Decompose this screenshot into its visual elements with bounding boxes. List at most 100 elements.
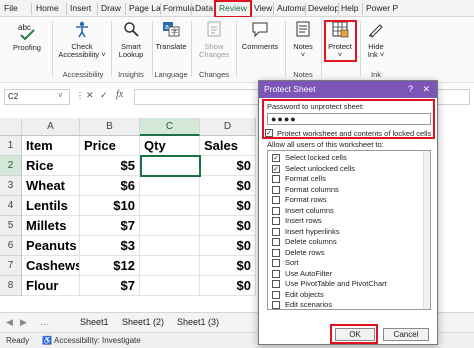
- insert-function-icon[interactable]: fx: [116, 89, 123, 100]
- smart-lookup-button[interactable]: Smart Lookup: [113, 20, 149, 60]
- checkbox[interactable]: [272, 227, 280, 236]
- close-icon[interactable]: ✕: [422, 81, 430, 98]
- cell-c1[interactable]: Qty: [140, 136, 200, 156]
- cell-a8[interactable]: Flour: [22, 276, 80, 296]
- prev-sheet-icon[interactable]: ◀: [6, 317, 13, 328]
- column-header-b[interactable]: B: [80, 118, 140, 136]
- checkbox[interactable]: [272, 196, 280, 204]
- row-header[interactable]: 2: [0, 156, 22, 176]
- row-header[interactable]: 8: [0, 276, 22, 296]
- column-header-a[interactable]: A: [22, 118, 80, 136]
- checkbox[interactable]: [272, 259, 280, 267]
- checkbox[interactable]: [272, 175, 280, 183]
- cell-a4[interactable]: Lentils: [22, 196, 80, 216]
- checkbox[interactable]: [272, 217, 280, 225]
- check-accessibility-button[interactable]: Check Accessibility ˅: [56, 20, 108, 60]
- cell-b5[interactable]: $7: [80, 216, 140, 236]
- cell-d2[interactable]: $0: [200, 156, 256, 176]
- show-changes-icon: [194, 20, 234, 41]
- cell-d3[interactable]: $0: [200, 176, 256, 196]
- cell-a7[interactable]: Cashews: [22, 256, 80, 276]
- sheet-tab-2[interactable]: Sheet1 (2): [122, 317, 164, 327]
- tab-data[interactable]: Data: [195, 2, 213, 16]
- tab-formulas[interactable]: Formula: [163, 2, 194, 16]
- tab-divider: [66, 3, 67, 15]
- cell-a3[interactable]: Wheat: [22, 176, 80, 196]
- translate-icon: a字: [153, 20, 189, 41]
- cell-d4[interactable]: $0: [200, 196, 256, 216]
- cell-c3[interactable]: [140, 176, 200, 196]
- tab-power-pivot[interactable]: Power P: [366, 2, 398, 16]
- tab-view[interactable]: View: [254, 2, 272, 16]
- row-header[interactable]: 6: [0, 236, 22, 256]
- checkbox[interactable]: [272, 269, 280, 278]
- cell-b2[interactable]: $5: [80, 156, 140, 176]
- cell-a1[interactable]: Item: [22, 136, 80, 156]
- cancel-button[interactable]: Cancel: [383, 328, 429, 341]
- tab-automate[interactable]: Automa: [277, 2, 306, 16]
- name-box-dropdown-icon[interactable]: ˅: [58, 91, 63, 100]
- cell-a6[interactable]: Peanuts: [22, 236, 80, 256]
- tab-insert[interactable]: Insert: [70, 2, 91, 16]
- help-icon[interactable]: ?: [408, 81, 413, 98]
- next-sheet-icon[interactable]: ▶: [20, 317, 27, 328]
- cell-a2[interactable]: Rice: [22, 156, 80, 176]
- row-header[interactable]: 5: [0, 216, 22, 236]
- row-header[interactable]: 4: [0, 196, 22, 216]
- cell-c8[interactable]: [140, 276, 200, 296]
- tab-help[interactable]: Help: [341, 2, 358, 16]
- checkbox[interactable]: [272, 206, 280, 215]
- cell-b4[interactable]: $10: [80, 196, 140, 216]
- cell-b7[interactable]: $12: [80, 256, 140, 276]
- translate-button[interactable]: a字 Translate: [153, 20, 189, 51]
- cell-c4[interactable]: [140, 196, 200, 216]
- row-header[interactable]: 7: [0, 256, 22, 276]
- cell-b3[interactable]: $6: [80, 176, 140, 196]
- sheet-tab-1[interactable]: Sheet1: [80, 317, 109, 327]
- cell-b6[interactable]: $3: [80, 236, 140, 256]
- checkbox[interactable]: [272, 290, 280, 299]
- cell-c5[interactable]: [140, 216, 200, 236]
- cell-c6[interactable]: [140, 236, 200, 256]
- show-changes-button[interactable]: Show Changes: [194, 20, 234, 60]
- permissions-scrollbar[interactable]: [423, 151, 430, 309]
- cell-d5[interactable]: $0: [200, 216, 256, 236]
- row-header[interactable]: 3: [0, 176, 22, 196]
- checkbox[interactable]: [272, 280, 280, 288]
- column-header-c[interactable]: C: [140, 118, 200, 136]
- comments-button[interactable]: Comments: [238, 20, 282, 51]
- checkbox[interactable]: ✓: [272, 164, 280, 173]
- sheet-tab-3[interactable]: Sheet1 (3): [177, 317, 219, 327]
- notes-dropdown-icon: ˅: [300, 50, 306, 59]
- hide-ink-button[interactable]: Hide Ink ˅: [362, 20, 390, 60]
- tab-draw[interactable]: Draw: [101, 2, 121, 16]
- cancel-icon[interactable]: ✕: [86, 90, 94, 101]
- cell-c7[interactable]: [140, 256, 200, 276]
- tab-developer[interactable]: Develop: [308, 2, 339, 16]
- lookup-label: Lookup: [118, 50, 144, 59]
- tab-file[interactable]: File: [4, 2, 18, 16]
- ink-label: Ink ˅: [367, 50, 385, 59]
- checkbox[interactable]: [272, 248, 280, 257]
- cell-a5[interactable]: Millets: [22, 216, 80, 236]
- row-header[interactable]: 1: [0, 136, 22, 156]
- notes-button[interactable]: Notes ˅: [287, 20, 319, 60]
- checkbox[interactable]: ✓: [272, 154, 280, 162]
- enter-icon[interactable]: ✓: [100, 90, 108, 101]
- select-all-corner[interactable]: [0, 118, 22, 136]
- cell-d7[interactable]: $0: [200, 256, 256, 276]
- cell-b8[interactable]: $7: [80, 276, 140, 296]
- checkbox[interactable]: [272, 185, 280, 194]
- more-sheets-icon[interactable]: …: [40, 317, 49, 327]
- tab-page-layout[interactable]: Page La: [129, 2, 161, 16]
- cell-d6[interactable]: $0: [200, 236, 256, 256]
- checkbox[interactable]: [272, 301, 280, 309]
- cell-d1[interactable]: Sales: [200, 136, 256, 156]
- ink-group-label: Ink: [370, 70, 381, 79]
- checkbox[interactable]: [272, 238, 280, 246]
- cell-d8[interactable]: $0: [200, 276, 256, 296]
- column-header-d[interactable]: D: [200, 118, 256, 136]
- cell-b1[interactable]: Price: [80, 136, 140, 156]
- tab-home[interactable]: Home: [36, 2, 59, 16]
- accessibility-status[interactable]: Accessibility: Investigate: [54, 333, 141, 348]
